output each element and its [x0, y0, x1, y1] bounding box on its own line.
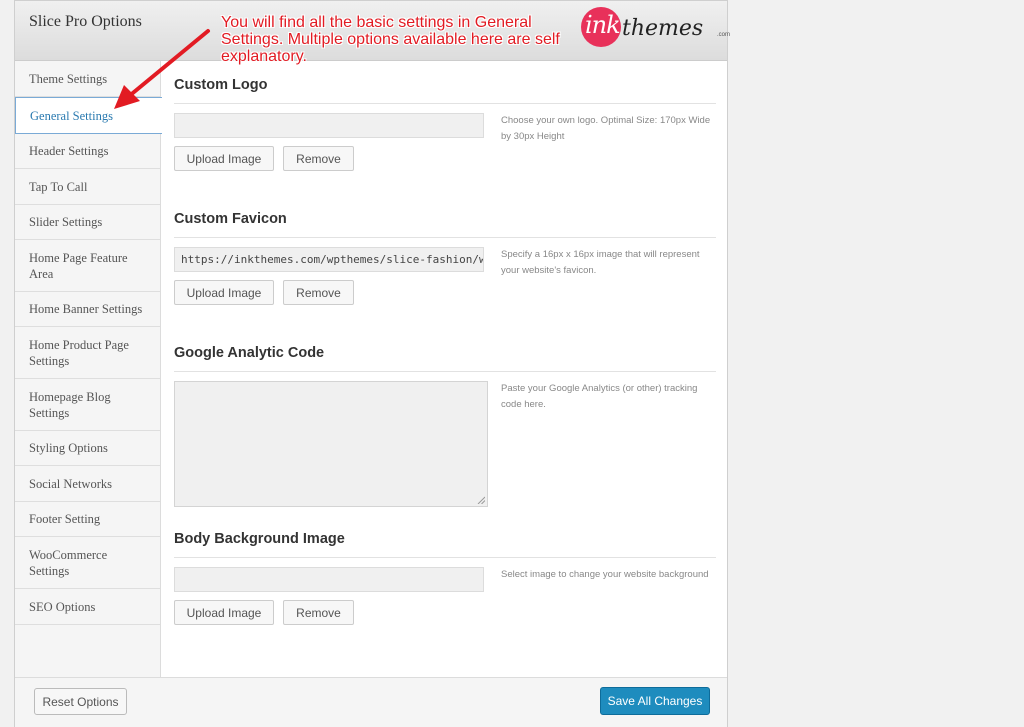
- sidebar-item-home-page-feature-area[interactable]: Home Page Feature Area: [15, 240, 160, 292]
- sidebar-item-label: Home Banner Settings: [29, 302, 143, 316]
- sidebar-item-label: Theme Settings: [29, 71, 108, 86]
- sidebar-item-styling-options[interactable]: Styling Options: [15, 431, 160, 466]
- section-divider: [174, 371, 716, 372]
- settings-sidebar: Theme Settings General Settings Header S…: [15, 61, 162, 677]
- section-divider: [174, 557, 716, 558]
- sidebar-item-home-product-page-settings[interactable]: Home Product Page Settings: [15, 327, 160, 379]
- section-divider: [174, 237, 716, 238]
- sidebar-item-slider-settings[interactable]: Slider Settings: [15, 205, 160, 240]
- body-background-section: Body Background Image Select image to ch…: [174, 531, 716, 651]
- custom-favicon-section: Custom Favicon https://inkthemes.com/wpt…: [174, 211, 716, 331]
- section-title: Body Background Image: [174, 531, 345, 547]
- sidebar-item-label: Homepage Blog Settings: [29, 389, 111, 420]
- annotation-note: You will find all the basic settings in …: [221, 14, 560, 65]
- panel-footer: Reset Options Save All Changes: [15, 677, 727, 727]
- sidebar-item-woocommerce-settings[interactable]: WooCommerce Settings: [15, 537, 160, 589]
- google-analytics-section: Google Analytic Code Paste your Google A…: [174, 345, 716, 515]
- background-description: Select image to change your website back…: [501, 569, 709, 580]
- section-title: Custom Favicon: [174, 211, 287, 227]
- logo-description: Choose your own logo. Optimal Size: 170p…: [501, 115, 711, 142]
- logo-upload-button[interactable]: Upload Image: [174, 146, 274, 171]
- sidebar-item-homepage-blog-settings[interactable]: Homepage Blog Settings: [15, 379, 160, 431]
- sidebar-item-label: Styling Options: [29, 441, 108, 455]
- favicon-upload-button[interactable]: Upload Image: [174, 280, 274, 305]
- sidebar-item-label: Slider Settings: [29, 215, 103, 229]
- sidebar-item-social-networks[interactable]: Social Networks: [15, 466, 160, 502]
- analytics-description: Paste your Google Analytics (or other) t…: [501, 383, 698, 410]
- sidebar-item-home-banner-settings[interactable]: Home Banner Settings: [15, 292, 160, 327]
- annotation-arrow-icon: [114, 29, 210, 109]
- sidebar-item-label: Social Networks: [29, 476, 112, 491]
- background-url-field[interactable]: [174, 567, 484, 592]
- background-remove-button[interactable]: Remove: [283, 600, 354, 625]
- inkthemes-logo: ink themes .com: [581, 7, 731, 49]
- favicon-description: Specify a 16px x 16px image that will re…: [501, 249, 700, 276]
- sidebar-item-label: General Settings: [30, 108, 113, 123]
- resize-handle-icon[interactable]: [477, 496, 485, 504]
- sidebar-item-label: SEO Options: [29, 599, 96, 614]
- sidebar-item-header-settings[interactable]: Header Settings: [15, 134, 160, 169]
- sidebar-item-footer-setting[interactable]: Footer Setting: [15, 502, 160, 537]
- sidebar-item-seo-options[interactable]: SEO Options: [15, 589, 160, 625]
- background-upload-button[interactable]: Upload Image: [174, 600, 274, 625]
- sidebar-item-label: Tap To Call: [29, 179, 88, 194]
- section-title: Google Analytic Code: [174, 345, 325, 361]
- sidebar-item-label: Header Settings: [29, 144, 109, 158]
- sidebar-item-label: Home Product Page Settings: [29, 337, 129, 368]
- favicon-url-field[interactable]: https://inkthemes.com/wpthemes/slice-fas…: [174, 247, 484, 272]
- sidebar-item-label: Footer Setting: [29, 512, 101, 526]
- sidebar-item-label: WooCommerce Settings: [29, 547, 108, 578]
- logo-remove-button[interactable]: Remove: [283, 146, 354, 171]
- custom-logo-section: Custom Logo Choose your own logo. Optima…: [174, 77, 716, 197]
- logo-url-field[interactable]: [174, 113, 484, 138]
- logo-com-text: .com: [717, 32, 731, 38]
- sidebar-item-label: Home Page Feature Area: [29, 250, 128, 281]
- section-divider: [174, 103, 716, 104]
- analytics-code-textarea[interactable]: [174, 381, 488, 507]
- logo-ink-text: ink: [585, 11, 621, 39]
- save-all-changes-button[interactable]: Save All Changes: [600, 687, 710, 715]
- sidebar-item-tap-to-call[interactable]: Tap To Call: [15, 169, 160, 205]
- reset-options-button[interactable]: Reset Options: [34, 688, 127, 715]
- logo-themes-text: themes: [622, 16, 704, 41]
- favicon-remove-button[interactable]: Remove: [283, 280, 354, 305]
